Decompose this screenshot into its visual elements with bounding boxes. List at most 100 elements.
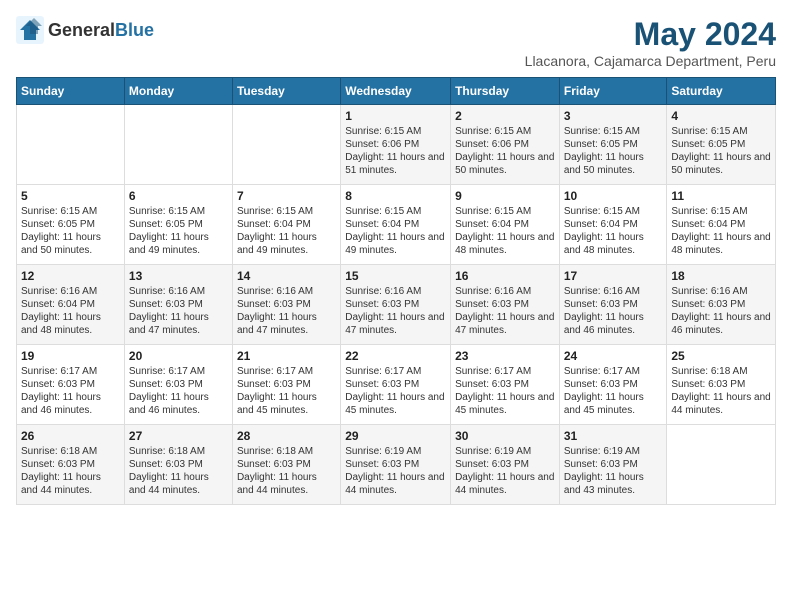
day-number: 4 [671,109,771,123]
table-row: 14 Sunrise: 6:16 AMSunset: 6:03 PMDayligh… [232,265,340,345]
table-row: 23Sunrise: 6:17 AMSunset: 6:03 PMDayligh… [451,345,560,425]
table-row: 31 Sunrise: 6:19 AMSunset: 6:03 PMDayligh… [559,425,667,505]
table-row: 11 Sunrise: 6:15 AMSunset: 6:04 PMDayligh… [667,185,776,265]
day-number: 3 [564,109,663,123]
day-info: Sunrise: 6:16 AMSunset: 6:03 PMDaylight:… [671,285,771,337]
day-info: Sunrise: 6:19 AMSunset: 6:03 PMDaylight:… [564,445,663,497]
day-number: 12 [21,269,120,283]
weekday-header-row: Sunday Monday Tuesday Wednesday Thursday… [17,78,776,105]
header-tuesday: Tuesday [232,78,340,105]
day-info: Sunrise: 6:19 AMSunset: 6:03 PMDaylight:… [455,445,555,497]
table-row: 4 Sunrise: 6:15 AMSunset: 6:05 PMDaylight… [667,105,776,185]
table-row: 7Sunrise: 6:15 AMSunset: 6:04 PMDaylight… [232,185,340,265]
calendar-week-row: 19 Sunrise: 6:17 AMSunset: 6:03 PMDayligh… [17,345,776,425]
day-number: 1 [345,109,446,123]
table-row: 24 Sunrise: 6:17 AMSunset: 6:03 PMDayligh… [559,345,667,425]
table-row: 29Sunrise: 6:19 AMSunset: 6:03 PMDayligh… [341,425,451,505]
day-info: Sunrise: 6:15 AMSunset: 6:05 PMDaylight:… [671,125,771,177]
calendar-week-row: 1 Sunrise: 6:15 AMSunset: 6:06 PMDaylight… [17,105,776,185]
day-number: 26 [21,429,120,443]
day-info: Sunrise: 6:15 AMSunset: 6:05 PMDaylight:… [129,205,228,257]
day-info: Sunrise: 6:17 AMSunset: 6:03 PMDaylight:… [564,365,663,417]
table-row: 13 Sunrise: 6:16 AMSunset: 6:03 PMDayligh… [124,265,232,345]
table-row: 3 Sunrise: 6:15 AMSunset: 6:05 PMDaylight… [559,105,667,185]
table-row: 9Sunrise: 6:15 AMSunset: 6:04 PMDaylight… [451,185,560,265]
day-info: Sunrise: 6:17 AMSunset: 6:03 PMDaylight:… [21,365,120,417]
table-row: 25Sunrise: 6:18 AMSunset: 6:03 PMDayligh… [667,345,776,425]
day-number: 23 [455,349,555,363]
day-info: Sunrise: 6:15 AMSunset: 6:04 PMDaylight:… [237,205,336,257]
page-header: GeneralBlue May 2024 Llacanora, Cajamarc… [16,16,776,69]
day-number: 19 [21,349,120,363]
location-title: Llacanora, Cajamarca Department, Peru [525,53,776,69]
table-row [232,105,340,185]
day-info: Sunrise: 6:17 AMSunset: 6:03 PMDaylight:… [129,365,228,417]
table-row: 28Sunrise: 6:18 AMSunset: 6:03 PMDayligh… [232,425,340,505]
day-number: 18 [671,269,771,283]
day-number: 31 [564,429,663,443]
day-info: Sunrise: 6:15 AMSunset: 6:05 PMDaylight:… [21,205,120,257]
day-info: Sunrise: 6:15 AMSunset: 6:04 PMDaylight:… [564,205,663,257]
day-number: 11 [671,189,771,203]
title-area: May 2024 Llacanora, Cajamarca Department… [525,16,776,69]
table-row: 26 Sunrise: 6:18 AMSunset: 6:03 PMDayligh… [17,425,125,505]
table-row: 20 Sunrise: 6:17 AMSunset: 6:03 PMDayligh… [124,345,232,425]
header-saturday: Saturday [667,78,776,105]
table-row [124,105,232,185]
day-info: Sunrise: 6:18 AMSunset: 6:03 PMDaylight:… [21,445,120,497]
day-info: Sunrise: 6:16 AMSunset: 6:03 PMDaylight:… [237,285,336,337]
day-number: 8 [345,189,446,203]
calendar-week-row: 26 Sunrise: 6:18 AMSunset: 6:03 PMDayligh… [17,425,776,505]
day-info: Sunrise: 6:15 AMSunset: 6:06 PMDaylight:… [455,125,555,177]
day-number: 14 [237,269,336,283]
header-wednesday: Wednesday [341,78,451,105]
day-number: 6 [129,189,228,203]
calendar-table: Sunday Monday Tuesday Wednesday Thursday… [16,77,776,505]
day-info: Sunrise: 6:19 AMSunset: 6:03 PMDaylight:… [345,445,446,497]
day-info: Sunrise: 6:15 AMSunset: 6:05 PMDaylight:… [564,125,663,177]
table-row: 21 Sunrise: 6:17 AMSunset: 6:03 PMDayligh… [232,345,340,425]
day-info: Sunrise: 6:18 AMSunset: 6:03 PMDaylight:… [237,445,336,497]
table-row: 19 Sunrise: 6:17 AMSunset: 6:03 PMDayligh… [17,345,125,425]
day-number: 16 [455,269,555,283]
day-info: Sunrise: 6:15 AMSunset: 6:06 PMDaylight:… [345,125,446,177]
table-row: 5Sunrise: 6:15 AMSunset: 6:05 PMDaylight… [17,185,125,265]
logo-blue: Blue [115,20,154,40]
day-info: Sunrise: 6:16 AMSunset: 6:03 PMDaylight:… [129,285,228,337]
table-row: 8 Sunrise: 6:15 AMSunset: 6:04 PMDaylight… [341,185,451,265]
table-row: 10Sunrise: 6:15 AMSunset: 6:04 PMDayligh… [559,185,667,265]
table-row [667,425,776,505]
table-row: 16 Sunrise: 6:16 AMSunset: 6:03 PMDayligh… [451,265,560,345]
day-info: Sunrise: 6:16 AMSunset: 6:03 PMDaylight:… [455,285,555,337]
day-number: 20 [129,349,228,363]
day-info: Sunrise: 6:17 AMSunset: 6:03 PMDaylight:… [345,365,446,417]
day-number: 21 [237,349,336,363]
header-friday: Friday [559,78,667,105]
table-row: 2 Sunrise: 6:15 AMSunset: 6:06 PMDaylight… [451,105,560,185]
table-row: 1 Sunrise: 6:15 AMSunset: 6:06 PMDaylight… [341,105,451,185]
table-row: 18 Sunrise: 6:16 AMSunset: 6:03 PMDayligh… [667,265,776,345]
day-info: Sunrise: 6:17 AMSunset: 6:03 PMDaylight:… [237,365,336,417]
day-info: Sunrise: 6:16 AMSunset: 6:04 PMDaylight:… [21,285,120,337]
day-number: 13 [129,269,228,283]
header-monday: Monday [124,78,232,105]
day-info: Sunrise: 6:15 AMSunset: 6:04 PMDaylight:… [455,205,555,257]
day-number: 2 [455,109,555,123]
day-number: 22 [345,349,446,363]
day-info: Sunrise: 6:16 AMSunset: 6:03 PMDaylight:… [345,285,446,337]
calendar-week-row: 12 Sunrise: 6:16 AMSunset: 6:04 PMDayligh… [17,265,776,345]
table-row: 12 Sunrise: 6:16 AMSunset: 6:04 PMDayligh… [17,265,125,345]
table-row: 17Sunrise: 6:16 AMSunset: 6:03 PMDayligh… [559,265,667,345]
day-info: Sunrise: 6:15 AMSunset: 6:04 PMDaylight:… [345,205,446,257]
day-number: 15 [345,269,446,283]
day-info: Sunrise: 6:15 AMSunset: 6:04 PMDaylight:… [671,205,771,257]
table-row: 27Sunrise: 6:18 AMSunset: 6:03 PMDayligh… [124,425,232,505]
day-number: 30 [455,429,555,443]
logo: GeneralBlue [16,16,154,44]
day-number: 24 [564,349,663,363]
table-row: 15 Sunrise: 6:16 AMSunset: 6:03 PMDayligh… [341,265,451,345]
calendar-week-row: 5Sunrise: 6:15 AMSunset: 6:05 PMDaylight… [17,185,776,265]
table-row: 30 Sunrise: 6:19 AMSunset: 6:03 PMDayligh… [451,425,560,505]
month-title: May 2024 [525,16,776,53]
table-row: 22 Sunrise: 6:17 AMSunset: 6:03 PMDayligh… [341,345,451,425]
